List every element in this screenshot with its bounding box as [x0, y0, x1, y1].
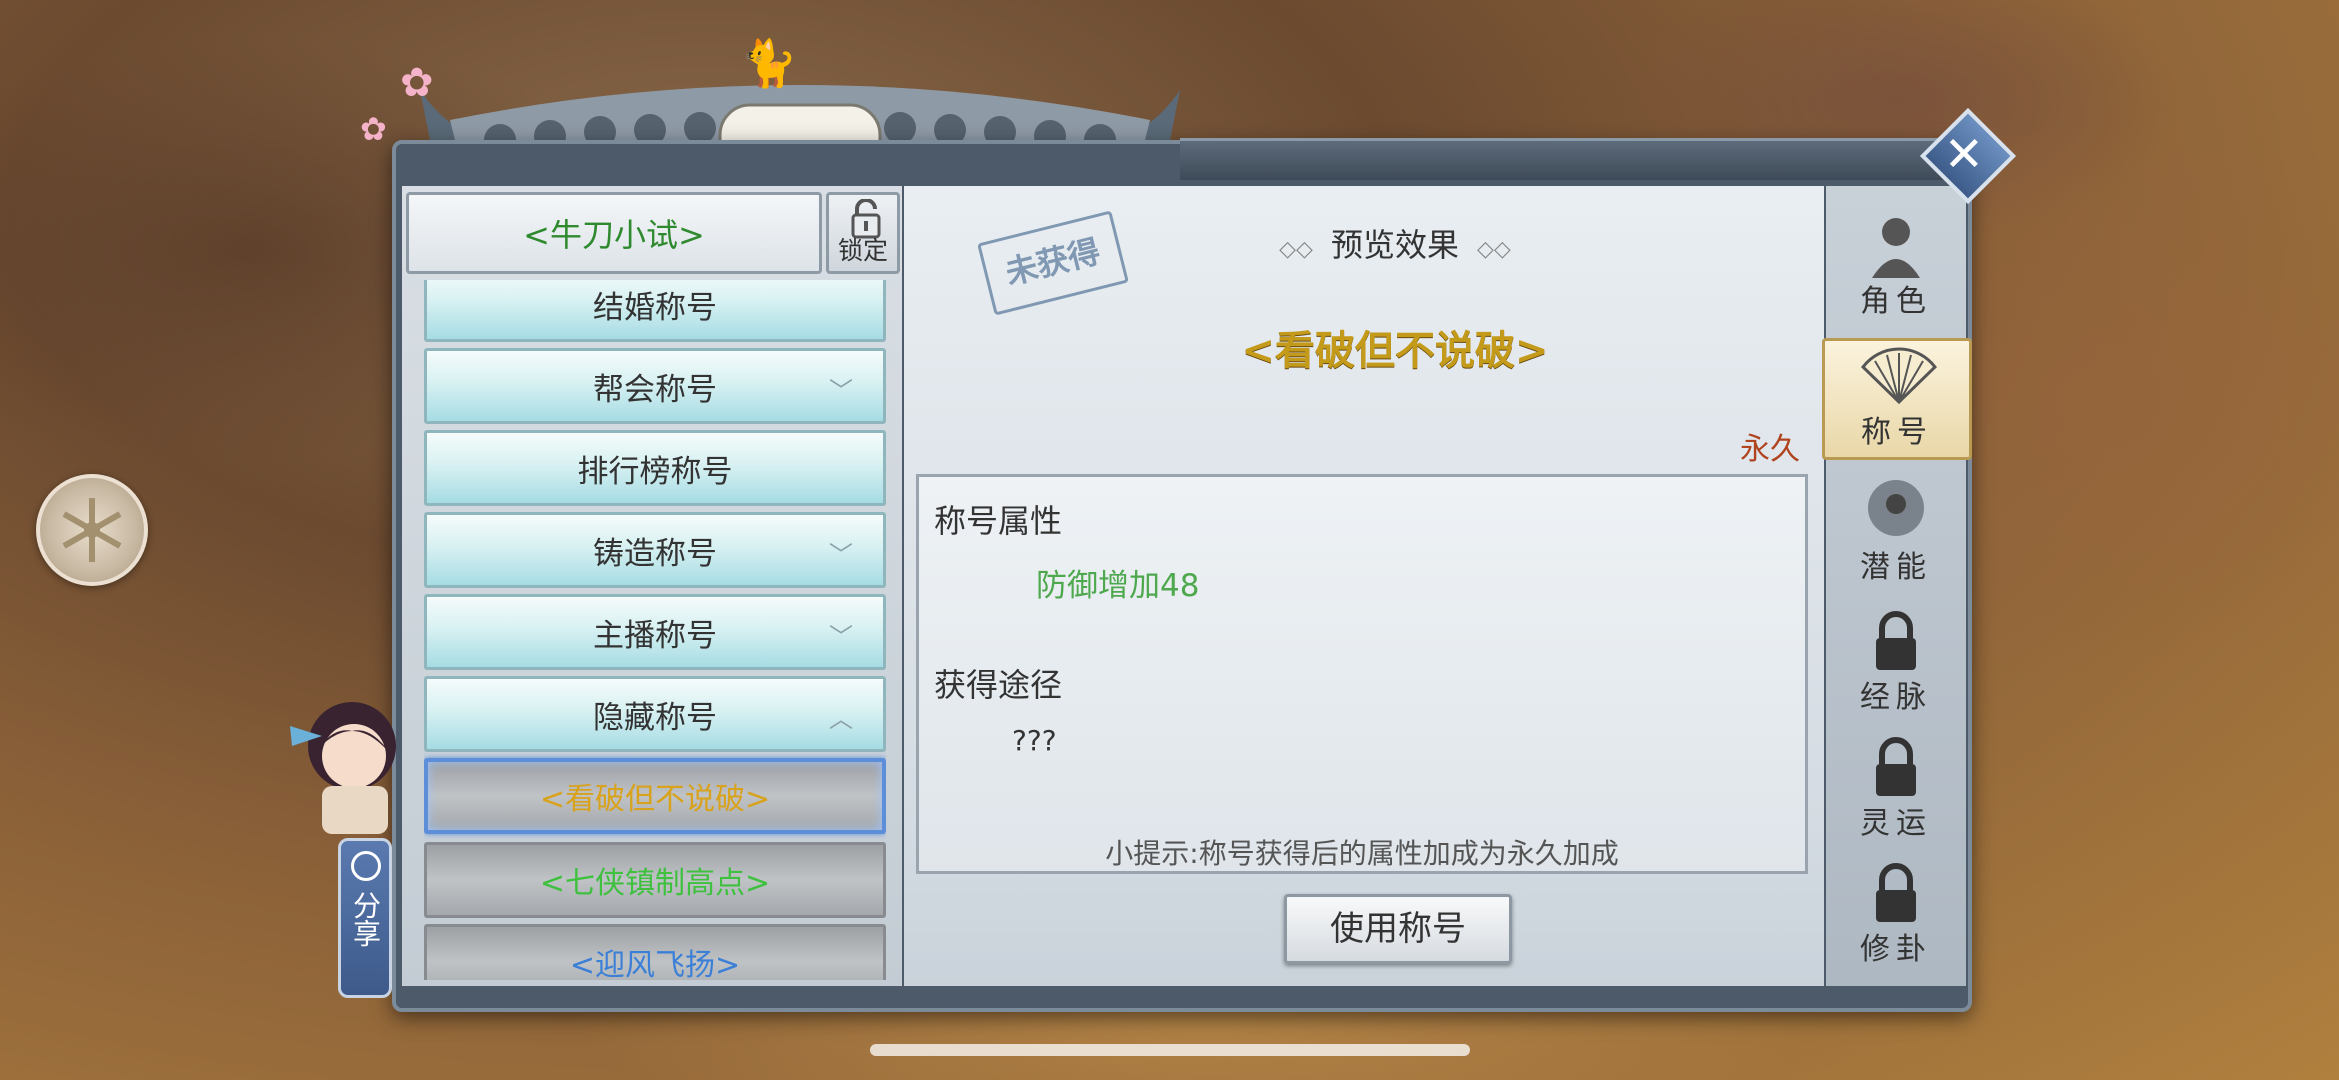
category-label: 主播称号 — [593, 617, 717, 654]
hint-text: 小提示:称号获得后的属性加成为永久加成 — [1105, 837, 1619, 870]
pinwheel-menu-button[interactable] — [36, 474, 148, 586]
tab-label: 修卦 — [1860, 932, 1932, 967]
category-label: 排行榜称号 — [577, 453, 733, 490]
title-item[interactable]: <七侠镇制高点> — [424, 842, 886, 918]
source-label: 获得途径 — [934, 666, 1063, 704]
tab-character[interactable]: 角色 — [1830, 204, 1962, 326]
title-list[interactable]: 结婚称号 帮会称号 ﹀ 排行榜称号 铸造称号 ﹀ 主播称号 ﹀ 隐藏称号 ︿ <… — [424, 280, 886, 980]
plum-blossom-icon: ✿ — [400, 60, 434, 106]
potential-icon — [1868, 480, 1924, 536]
pinwheel-icon — [62, 498, 122, 562]
tab-label: 灵运 — [1860, 806, 1932, 841]
category-streamer[interactable]: 主播称号 ﹀ — [424, 594, 886, 670]
character-avatar — [290, 702, 396, 834]
tab-meridian[interactable]: 经脉 — [1830, 600, 1962, 722]
lock-icon — [1876, 863, 1916, 922]
title-item-label: <七侠镇制高点> — [539, 866, 771, 901]
category-label: 结婚称号 — [593, 289, 717, 326]
category-forging[interactable]: 铸造称号 ﹀ — [424, 512, 886, 588]
current-title-text: <牛刀小试> — [523, 216, 705, 254]
category-ranking[interactable]: 排行榜称号 — [424, 430, 886, 506]
lock-icon — [1876, 611, 1916, 670]
chevron-down-icon: ﹀ — [829, 541, 853, 569]
share-button[interactable]: 分享 — [338, 838, 392, 998]
use-title-button[interactable]: 使用称号 — [1284, 894, 1512, 964]
fan-icon — [1861, 347, 1937, 405]
share-icon — [351, 851, 381, 881]
close-icon: ✕ — [1943, 126, 1984, 183]
title-item-selected[interactable]: <看破但不说破> — [424, 758, 886, 834]
category-label: 帮会称号 — [593, 371, 717, 408]
lock-label: 锁定 — [837, 236, 888, 265]
chevron-down-icon: ﹀ — [829, 377, 853, 405]
category-label: 铸造称号 — [593, 535, 717, 572]
tab-fortune[interactable]: 灵运 — [1830, 726, 1962, 848]
tab-potential[interactable]: 潜能 — [1830, 470, 1962, 592]
lock-button[interactable]: 锁定 — [826, 192, 900, 274]
panel-header-strip — [1180, 138, 1970, 180]
character-icon — [1872, 218, 1920, 278]
tab-label: 角色 — [1860, 284, 1932, 319]
attribute-label: 称号属性 — [934, 502, 1063, 540]
ornament-icon: ◇◇ — [1477, 237, 1511, 262]
preview-header: ◇◇ 预览效果 ◇◇ — [1210, 220, 1580, 266]
preview-header-text: 预览效果 — [1330, 226, 1459, 264]
chevron-down-icon: ﹀ — [829, 623, 853, 651]
tab-title[interactable]: 称号 — [1822, 338, 1972, 460]
plum-blossom-icon: ✿ — [360, 110, 387, 148]
lock-icon — [1876, 737, 1916, 796]
tab-label: 经脉 — [1860, 680, 1932, 715]
source-value: ??? — [1012, 724, 1057, 757]
preview-title-name: <看破但不说破> — [1241, 327, 1549, 374]
chevron-up-icon: ︿ — [829, 705, 853, 733]
title-item[interactable]: <迎风飞扬> — [424, 924, 886, 980]
title-item-label: <迎风飞扬> — [569, 948, 741, 980]
tab-divination[interactable]: 修卦 — [1830, 852, 1962, 974]
share-label: 分享 — [349, 891, 382, 947]
tab-label: 称号 — [1861, 415, 1933, 450]
ornament-icon: ◇◇ — [1279, 237, 1313, 262]
title-duration: 永久 — [1740, 432, 1800, 467]
cat-ornament-icon: 🐈 — [740, 36, 798, 90]
category-label: 隐藏称号 — [593, 699, 717, 736]
attribute-value: 防御增加48 — [1036, 568, 1200, 604]
home-indicator[interactable] — [870, 1044, 1470, 1056]
tab-label: 潜能 — [1860, 550, 1932, 585]
current-title-display: <牛刀小试> — [406, 192, 822, 274]
category-guild[interactable]: 帮会称号 ﹀ — [424, 348, 886, 424]
category-marriage[interactable]: 结婚称号 — [424, 280, 886, 342]
category-hidden[interactable]: 隐藏称号 ︿ — [424, 676, 886, 752]
title-item-label: <看破但不说破> — [539, 782, 771, 817]
